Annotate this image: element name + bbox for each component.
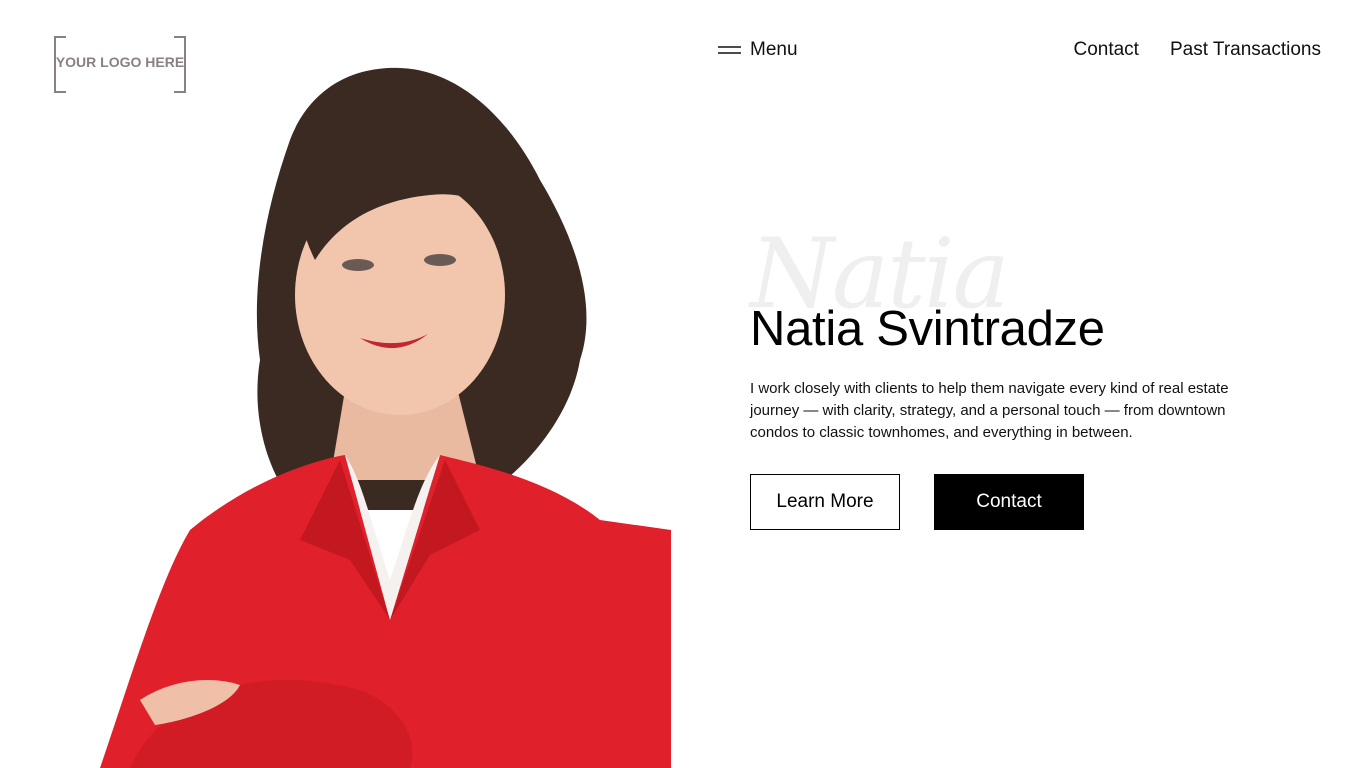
hamburger-icon	[718, 46, 741, 54]
menu-label: Menu	[750, 39, 798, 60]
menu-button[interactable]: Menu	[718, 37, 798, 63]
learn-more-button[interactable]: Learn More	[750, 474, 900, 530]
nav-link-past-transactions[interactable]: Past Transactions	[1170, 39, 1321, 61]
hero-description: I work closely with clients to help them…	[750, 380, 1229, 441]
hero-title: Natia Svintradze	[750, 302, 1105, 356]
top-nav: Contact Past Transactions	[1073, 37, 1321, 63]
nav-link-contact[interactable]: Contact	[1073, 39, 1138, 61]
agent-portrait	[100, 60, 671, 768]
contact-button[interactable]: Contact	[934, 474, 1084, 530]
